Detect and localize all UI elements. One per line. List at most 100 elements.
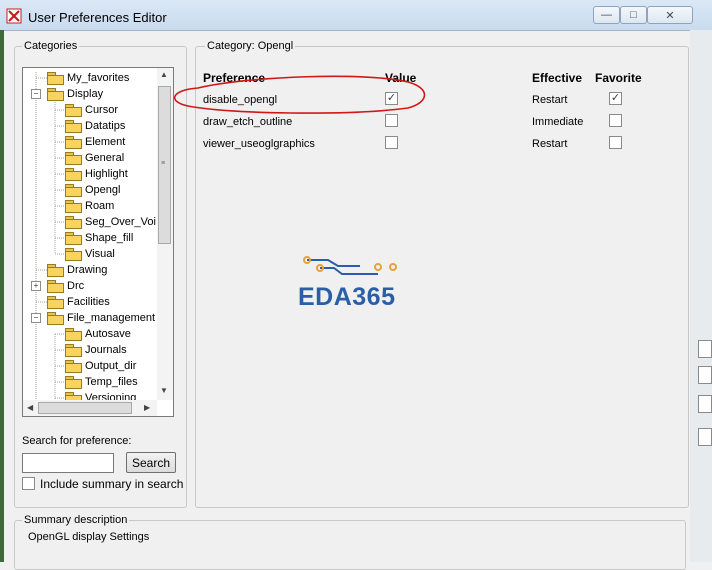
folder-icon	[47, 72, 64, 85]
tree-item-label: Journals	[85, 344, 127, 356]
tree-item-label: Temp_files	[85, 376, 138, 388]
background-dropdown	[698, 366, 712, 384]
summary-group	[14, 520, 686, 570]
scroll-down-icon[interactable]: ▼	[160, 386, 168, 395]
search-button[interactable]: Search	[126, 452, 176, 473]
tree-item-label: Datatips	[85, 120, 126, 132]
open-folder-icon	[47, 312, 64, 325]
background-window-edge	[690, 30, 712, 562]
tree-item-visual[interactable]: Visual	[65, 246, 115, 262]
folder-icon	[65, 152, 82, 165]
tree-item-roam[interactable]: Roam	[65, 198, 114, 214]
tree-item-label: Display	[67, 88, 104, 100]
open-folder-icon	[47, 88, 64, 101]
folder-icon	[65, 248, 82, 261]
scroll-right-icon[interactable]: ▶	[144, 403, 150, 412]
summary-heading: Summary description	[22, 514, 130, 526]
folder-icon	[47, 280, 64, 293]
value-checkbox[interactable]	[385, 136, 398, 149]
tree-item-opengl[interactable]: Opengl	[65, 182, 120, 198]
tree-item-facilities[interactable]: Facilities	[47, 294, 110, 310]
background-dropdown	[698, 428, 712, 446]
folder-icon	[65, 344, 82, 357]
close-button[interactable]: ✕	[647, 6, 693, 24]
tree-item-label: Element	[85, 136, 126, 148]
search-input[interactable]	[22, 453, 114, 473]
tree-item-shape-fill[interactable]: Shape_fill	[65, 230, 133, 246]
favorite-checkbox[interactable]	[609, 136, 622, 149]
tree-item-label: Visual	[85, 248, 115, 260]
folder-icon	[65, 376, 82, 389]
tree-horizontal-scroll-thumb[interactable]	[38, 402, 132, 414]
tree-item-display[interactable]: Display	[47, 86, 103, 102]
tree-item-label: Highlight	[85, 168, 128, 180]
tree-item-element[interactable]: Element	[65, 134, 125, 150]
collapse-icon[interactable]: −	[31, 89, 41, 99]
summary-description: OpenGL display Settings	[28, 531, 150, 543]
favorite-checkbox[interactable]	[609, 114, 622, 127]
minimize-icon: —	[601, 9, 612, 21]
background-dropdown	[698, 395, 712, 413]
folder-icon	[65, 200, 82, 213]
tree-item-label: File_management	[67, 312, 156, 324]
collapse-icon[interactable]: −	[31, 313, 41, 323]
circuit-trace-icon	[303, 256, 397, 275]
folder-icon	[65, 216, 82, 229]
tree-item-label: Shape_fill	[85, 232, 134, 244]
folder-icon	[65, 184, 82, 197]
tree-item-temp-files[interactable]: Temp_files	[65, 374, 138, 390]
maximize-icon: □	[630, 9, 637, 21]
category-tree[interactable]: My_favorites − Display Cursor Datatips E…	[22, 67, 174, 417]
maximize-button[interactable]: □	[620, 6, 647, 24]
tree-item-autosave[interactable]: Autosave	[65, 326, 131, 342]
effective-text: Restart	[532, 94, 568, 106]
folder-icon	[65, 232, 82, 245]
tree-item-general[interactable]: General	[65, 150, 124, 166]
scroll-up-icon[interactable]: ▲	[160, 70, 168, 79]
tree-item-label: Drawing	[67, 264, 108, 276]
close-icon: ✕	[665, 9, 675, 22]
effective-text: Restart	[532, 138, 568, 150]
minimize-button[interactable]: —	[593, 6, 620, 24]
tree-item-label: Opengl	[85, 184, 121, 196]
folder-icon	[65, 328, 82, 341]
tree-item-highlight[interactable]: Highlight	[65, 166, 128, 182]
tree-item-label: Autosave	[85, 328, 131, 340]
tree-item-seg-over-voi[interactable]: Seg_Over_Voi	[65, 214, 156, 230]
tree-item-label: Facilities	[67, 296, 110, 308]
tree-item-label: Seg_Over_Voi	[85, 216, 156, 228]
folder-icon	[65, 120, 82, 133]
tree-item-drawing[interactable]: Drawing	[47, 262, 107, 278]
category-heading: Category: Opengl	[205, 40, 296, 52]
include-summary-checkbox[interactable]	[22, 477, 35, 490]
column-header-favorite: Favorite	[595, 71, 642, 85]
background-dropdown	[698, 340, 712, 358]
tree-item-my-favorites[interactable]: My_favorites	[47, 70, 129, 86]
tree-item-label: Drc	[67, 280, 85, 292]
folder-icon	[47, 296, 64, 309]
tree-item-file-management[interactable]: File_management	[47, 310, 155, 326]
folder-icon	[65, 136, 82, 149]
tree-item-journals[interactable]: Journals	[65, 342, 127, 358]
tree-item-datatips[interactable]: Datatips	[65, 118, 125, 134]
tree-item-output-dir[interactable]: Output_dir	[65, 358, 136, 374]
tree-item-cursor[interactable]: Cursor	[65, 102, 118, 118]
scroll-left-icon[interactable]: ◀	[27, 403, 33, 412]
tree-item-drc[interactable]: Drc	[47, 278, 84, 294]
favorite-checkbox[interactable]: ✓	[609, 92, 622, 105]
preference-name: viewer_useoglgraphics	[203, 138, 315, 150]
include-summary-label: Include summary in search	[40, 477, 184, 491]
watermark-logo	[298, 252, 410, 285]
folder-icon	[65, 104, 82, 117]
column-header-effective: Effective	[532, 71, 583, 85]
folder-icon	[65, 360, 82, 373]
watermark-text: EDA365	[298, 283, 396, 311]
tree-item-label: My_favorites	[67, 72, 130, 84]
tree-item-label: Roam	[85, 200, 115, 212]
background-window-edge-left	[0, 30, 4, 562]
search-label: Search for preference:	[22, 435, 132, 447]
folder-icon	[47, 264, 64, 277]
app-icon	[6, 8, 22, 24]
tree-item-label: Output_dir	[85, 360, 137, 372]
expand-icon[interactable]: +	[31, 281, 41, 291]
